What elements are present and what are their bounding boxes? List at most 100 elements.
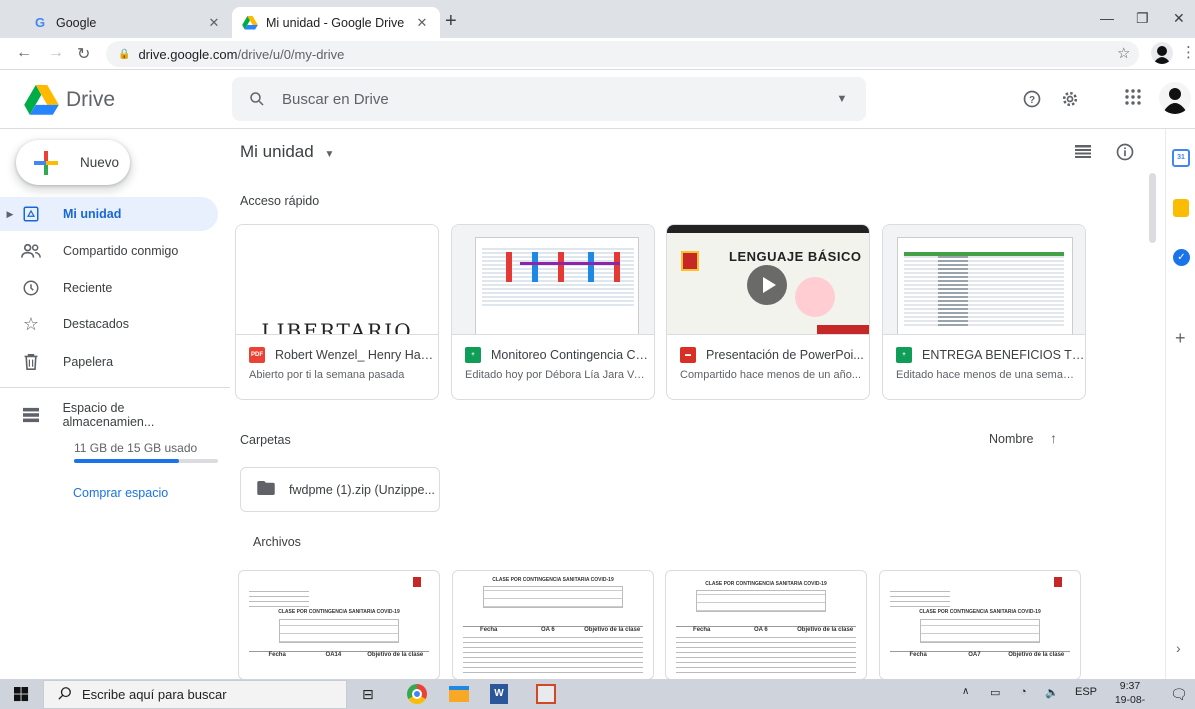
play-icon[interactable]	[747, 265, 787, 305]
quick-access-heading: Acceso rápido	[240, 194, 320, 208]
address-bar[interactable]: 🔒 drive.google.com /drive/u/0/my-drive	[106, 41, 1139, 67]
document-heading: CLASE POR CONTINGENCIA SANITARIA COVID-1…	[492, 577, 614, 583]
windows-start-icon[interactable]	[14, 687, 29, 707]
notifications-icon[interactable]: 🗨	[1170, 686, 1188, 703]
dropdown-arrow-icon[interactable]: ▼	[324, 149, 334, 160]
sidebar-item-storage[interactable]: Espacio de almacenamien...	[0, 398, 218, 432]
files-heading: Archivos	[253, 535, 301, 549]
file-card[interactable]: CLASE POR CONTINGENCIA SANITARIA COVID-1…	[452, 570, 654, 680]
close-tab-icon[interactable]: ✕	[206, 15, 222, 31]
back-icon[interactable]: ←	[16, 44, 32, 62]
file-card[interactable]: CLASE POR CONTINGENCIA SANITARIA COVID-1…	[879, 570, 1081, 680]
sidebar-item-shared[interactable]: Compartido conmigo	[0, 234, 218, 268]
forward-icon[interactable]: →	[48, 44, 64, 62]
file-card[interactable]: CLASE POR CONTINGENCIA SANITARIA COVID-1…	[665, 570, 867, 680]
document-preview: CLASE POR CONTINGENCIA SANITARIA COVID-1…	[463, 577, 643, 679]
quick-access-card[interactable]: LENGUAJE BÁSICO ▬ Presentación de PowerPo…	[666, 224, 870, 400]
sort-by-name[interactable]: Nombre	[989, 432, 1033, 446]
close-window-icon[interactable]: ✕	[1173, 10, 1185, 27]
clock[interactable]: 9:37 19-08-2020	[1104, 679, 1156, 709]
file-thumbnail: LIBERTARIO	[236, 225, 438, 335]
scrollbar-thumb[interactable]	[1149, 173, 1156, 243]
file-thumbnail	[452, 225, 654, 335]
restore-icon[interactable]: ❐	[1136, 10, 1149, 27]
expand-panel-icon[interactable]: ›	[1176, 640, 1181, 656]
file-card[interactable]: CLASE POR CONTINGENCIA SANITARIA COVID-1…	[238, 570, 440, 680]
sidebar-item-my-drive[interactable]: ▶ Mi unidad	[0, 197, 218, 231]
file-thumbnail: LENGUAJE BÁSICO	[667, 225, 869, 335]
folder-name: fwdpme (1).zip (Unzippe...	[289, 482, 435, 497]
thumbnail-text: LENGUAJE BÁSICO	[729, 249, 862, 264]
apps-grid-icon[interactable]	[1124, 88, 1142, 111]
sidebar-item-label: Compartido conmigo	[63, 244, 179, 258]
chrome-icon[interactable]	[407, 684, 427, 704]
browser-menu-icon[interactable]: ⋮	[1181, 43, 1195, 61]
table-header: Fecha	[480, 627, 498, 633]
task-view-icon[interactable]: ⊟	[362, 686, 374, 703]
settings-gear-icon[interactable]	[1060, 89, 1080, 114]
list-view-icon[interactable]	[1075, 145, 1091, 164]
table-header: OA7	[968, 652, 981, 658]
language-indicator[interactable]: ESP	[1075, 686, 1097, 698]
minimize-icon[interactable]: —	[1100, 10, 1114, 26]
new-tab-icon[interactable]: +	[445, 11, 457, 31]
wifi-icon[interactable]: ◔	[1020, 686, 1027, 698]
search-input[interactable]: Buscar en Drive	[282, 91, 818, 108]
document-preview: CLASE POR CONTINGENCIA SANITARIA COVID-1…	[249, 577, 429, 679]
info-icon[interactable]	[1115, 142, 1135, 167]
document-preview: CLASE POR CONTINGENCIA SANITARIA COVID-1…	[890, 577, 1070, 679]
bookmark-star-icon[interactable]: ☆	[1117, 44, 1130, 62]
quick-access-card[interactable]: LIBERTARIO PDF Robert Wenzel_ Henry Hazl.…	[235, 224, 439, 400]
keep-icon[interactable]	[1173, 199, 1189, 217]
file-name: Monitoreo Contingencia CO...	[491, 348, 654, 362]
tasks-icon[interactable]: ✓	[1173, 249, 1190, 266]
profile-avatar[interactable]	[1151, 42, 1173, 64]
tab-drive[interactable]: Mi unidad - Google Drive ✕	[232, 7, 440, 38]
storage-used-text: 11 GB de 15 GB usado	[74, 441, 198, 455]
sidebar-item-label: Papelera	[63, 355, 114, 369]
sidebar-item-recent[interactable]: Reciente	[0, 271, 218, 305]
sidebar-item-label: Reciente	[63, 281, 113, 295]
calendar-icon[interactable]: 31	[1172, 149, 1190, 167]
tab-title: Google	[56, 15, 97, 30]
word-icon[interactable]: W	[490, 684, 508, 704]
table-header: Objetivo de la clase	[367, 652, 424, 658]
page-title[interactable]: Mi unidad ▼	[240, 142, 334, 162]
expand-caret-icon[interactable]: ▶	[0, 209, 20, 220]
new-button[interactable]: Nuevo	[16, 140, 130, 185]
document-heading: CLASE POR CONTINGENCIA SANITARIA COVID-1…	[705, 581, 827, 587]
drive-favicon-icon	[242, 15, 258, 31]
search-icon[interactable]	[232, 90, 282, 108]
table-header: Objetivo de la clase	[1008, 652, 1065, 658]
url-path: /drive/u/0/my-drive	[237, 46, 345, 62]
powerpoint-icon[interactable]	[536, 684, 556, 704]
taskbar-search[interactable]: Escribe aquí para buscar	[43, 680, 347, 709]
storage-bar-fill	[74, 459, 180, 463]
help-icon[interactable]: ?	[1022, 89, 1042, 114]
folder-item[interactable]: fwdpme (1).zip (Unzippe...	[240, 467, 440, 512]
tray-expand-icon[interactable]: ∧	[962, 686, 969, 697]
buy-storage-link[interactable]: Comprar espacio	[73, 486, 168, 500]
add-addon-icon[interactable]: +	[1175, 328, 1186, 349]
quick-access-card[interactable]: + ENTREGA BENEFICIOS TEC... Editado hace …	[882, 224, 1086, 400]
drive-logo-icon[interactable]	[24, 85, 59, 121]
drive-app-name[interactable]: Drive	[66, 88, 115, 112]
sheets-icon: +	[465, 347, 481, 363]
table-header: OA14	[325, 652, 342, 658]
file-explorer-icon[interactable]	[449, 686, 469, 702]
reload-icon[interactable]: ↻	[77, 44, 90, 64]
taskbar-search-input[interactable]: Escribe aquí para buscar	[82, 687, 227, 702]
account-avatar[interactable]	[1159, 82, 1191, 114]
search-options-icon[interactable]: ▼	[818, 93, 866, 105]
sidebar-item-trash[interactable]: Papelera	[0, 345, 218, 379]
close-tab-icon[interactable]: ✕	[414, 15, 430, 31]
sidebar-item-starred[interactable]: ☆ Destacados	[0, 307, 218, 341]
quick-access-card[interactable]: + Monitoreo Contingencia CO... Editado ho…	[451, 224, 655, 400]
slides-icon: ▬	[680, 347, 696, 363]
tab-google[interactable]: G Google ✕	[22, 7, 232, 38]
sort-direction-icon[interactable]: ↑	[1050, 430, 1057, 446]
tray-device-icon[interactable]: ▭	[990, 686, 1000, 699]
table-header: OA 6	[540, 627, 555, 633]
volume-icon[interactable]: 🔈	[1045, 686, 1059, 699]
search-box[interactable]: Buscar en Drive ▼	[232, 77, 866, 121]
